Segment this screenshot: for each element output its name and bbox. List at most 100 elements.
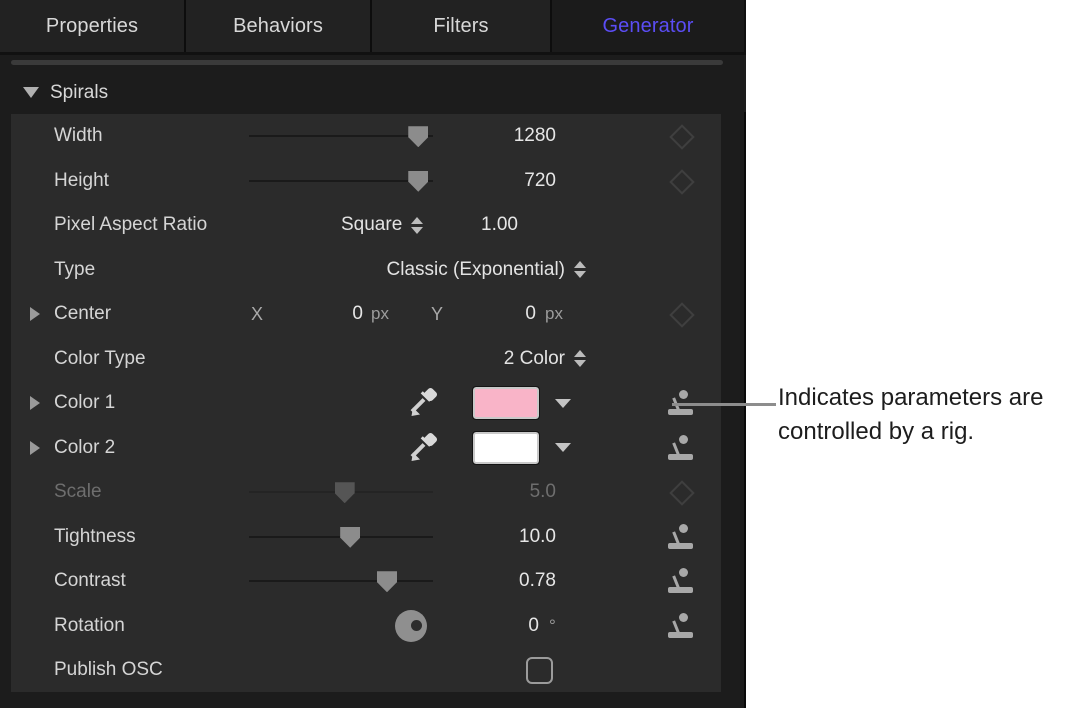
- color-swatch-color-1[interactable]: [472, 386, 540, 421]
- rig-indicator-icon: [666, 611, 696, 641]
- rotation-dial[interactable]: [395, 609, 427, 642]
- rig-knob: [679, 568, 688, 578]
- rig-knob: [679, 434, 688, 444]
- row-label: Publish OSC: [54, 659, 163, 681]
- row-label: Height: [54, 169, 109, 191]
- generator-inspector-panel: Properties Behaviors Filters Generator Spir…: [0, 0, 746, 708]
- disclosure-triangle-right-icon[interactable]: [30, 307, 40, 322]
- row-type: Type Classic (Exponential): [11, 248, 721, 293]
- color-swatch-group: [472, 430, 571, 465]
- keyframe-diamond-icon[interactable]: [668, 168, 694, 194]
- eyedropper-icon[interactable]: [407, 386, 439, 420]
- publish-osc-checkbox[interactable]: [526, 656, 553, 684]
- color-swatch-group: [472, 386, 571, 421]
- scroll-thumb[interactable]: [11, 60, 723, 65]
- rig-knob: [679, 390, 688, 400]
- row-color-1: Color 1: [11, 381, 721, 426]
- value-tightness[interactable]: 10.0: [461, 526, 556, 548]
- eyedropper-tip: [407, 452, 421, 465]
- row-color-2: Color 2: [11, 426, 721, 471]
- callout-leader-line: [672, 403, 776, 406]
- keyframe-diamond-icon[interactable]: [668, 123, 694, 149]
- slider-thumb[interactable]: [408, 126, 429, 148]
- row-rotation: Rotation 0 °: [11, 604, 721, 649]
- slider-contrast[interactable]: [249, 568, 433, 594]
- slider-thumb[interactable]: [408, 170, 429, 192]
- x-axis-label: X: [251, 303, 264, 324]
- popup-value: Classic (Exponential): [386, 258, 565, 280]
- rig-indicator-icon: [666, 566, 696, 596]
- chevron-down-icon[interactable]: [555, 443, 571, 453]
- value-pixel-aspect-ratio[interactable]: 1.00: [481, 214, 556, 236]
- row-publish-osc: Publish OSC: [11, 648, 721, 693]
- keyframe-diamond-icon[interactable]: [668, 301, 694, 327]
- group-title: Spirals: [50, 81, 109, 103]
- rig-base: [668, 409, 693, 416]
- popup-type[interactable]: Classic (Exponential): [387, 259, 586, 281]
- panel-scroll-strip[interactable]: [0, 55, 746, 73]
- disclosure-triangle-down-icon[interactable]: [23, 87, 39, 98]
- tab-properties[interactable]: Properties: [0, 0, 186, 52]
- slider-thumb[interactable]: [377, 571, 397, 593]
- slider-scale[interactable]: [249, 479, 433, 505]
- group-header-spirals[interactable]: Spirals: [0, 73, 746, 112]
- x-unit: px: [371, 304, 389, 324]
- row-label: Scale: [54, 481, 102, 503]
- row-width: Width 1280: [11, 114, 721, 159]
- rig-base: [668, 631, 693, 638]
- popup-value: 2 Color: [503, 347, 565, 369]
- row-color-type: Color Type 2 Color: [11, 337, 721, 382]
- slider-tightness[interactable]: [249, 524, 433, 550]
- slider-height[interactable]: [249, 168, 433, 194]
- x-value[interactable]: 0: [301, 303, 363, 325]
- y-value[interactable]: 0: [471, 303, 536, 325]
- row-label: Color 1: [54, 392, 116, 414]
- y-unit: px: [545, 304, 563, 324]
- eyedropper-tip: [407, 407, 421, 420]
- chevron-down-icon[interactable]: [555, 398, 571, 408]
- rig-base: [668, 453, 693, 460]
- keyframe-diamond-icon[interactable]: [668, 479, 694, 505]
- row-label: Center: [54, 303, 112, 325]
- tab-behaviors[interactable]: Behaviors: [186, 0, 372, 52]
- row-label: Contrast: [54, 570, 126, 592]
- tab-filters[interactable]: Filters: [372, 0, 552, 52]
- y-axis-label: Y: [431, 303, 444, 324]
- stepper-chevrons-icon[interactable]: [573, 350, 586, 368]
- rig-indicator-icon: [666, 433, 696, 463]
- slider-track[interactable]: [249, 179, 433, 182]
- row-center: Center X 0 px Y 0 px: [11, 292, 721, 337]
- stepper-chevrons-icon[interactable]: [410, 216, 423, 234]
- value-width[interactable]: 1280: [461, 125, 556, 147]
- row-contrast: Contrast 0.78: [11, 559, 721, 604]
- stepper-chevrons-icon[interactable]: [573, 261, 586, 279]
- popup-color-type[interactable]: 2 Color: [504, 348, 586, 370]
- value-rotation[interactable]: 0: [461, 615, 539, 637]
- rotation-dial-indicator: [411, 619, 422, 631]
- slider-track[interactable]: [249, 135, 433, 138]
- value-scale[interactable]: 5.0: [461, 481, 556, 503]
- popup-value: Square: [341, 214, 403, 236]
- row-scale: Scale 5.0: [11, 470, 721, 515]
- slider-thumb[interactable]: [334, 482, 355, 504]
- row-tightness: Tightness 10.0: [11, 515, 721, 560]
- slider-width[interactable]: [249, 123, 433, 149]
- callout-annotation-text: Indicates parameters are controlled by a…: [778, 384, 1044, 445]
- disclosure-triangle-right-icon[interactable]: [30, 440, 40, 455]
- rig-knob: [679, 612, 688, 622]
- eyedropper-icon[interactable]: [407, 431, 439, 465]
- value-contrast[interactable]: 0.78: [461, 570, 556, 592]
- row-label: Pixel Aspect Ratio: [54, 214, 208, 236]
- color-swatch-color-2[interactable]: [472, 430, 540, 465]
- rig-knob: [679, 523, 688, 533]
- tab-generator[interactable]: Generator: [552, 0, 744, 52]
- popup-pixel-aspect-ratio[interactable]: Square: [341, 214, 423, 236]
- value-height[interactable]: 720: [461, 170, 556, 192]
- disclosure-triangle-right-icon[interactable]: [30, 396, 40, 411]
- row-pixel-aspect-ratio: Pixel Aspect Ratio Square 1.00: [11, 203, 721, 248]
- degree-unit: °: [549, 615, 556, 635]
- row-label: Color Type: [54, 347, 146, 369]
- slider-track[interactable]: [249, 580, 433, 583]
- slider-thumb[interactable]: [340, 526, 361, 548]
- row-label: Color 2: [54, 436, 116, 458]
